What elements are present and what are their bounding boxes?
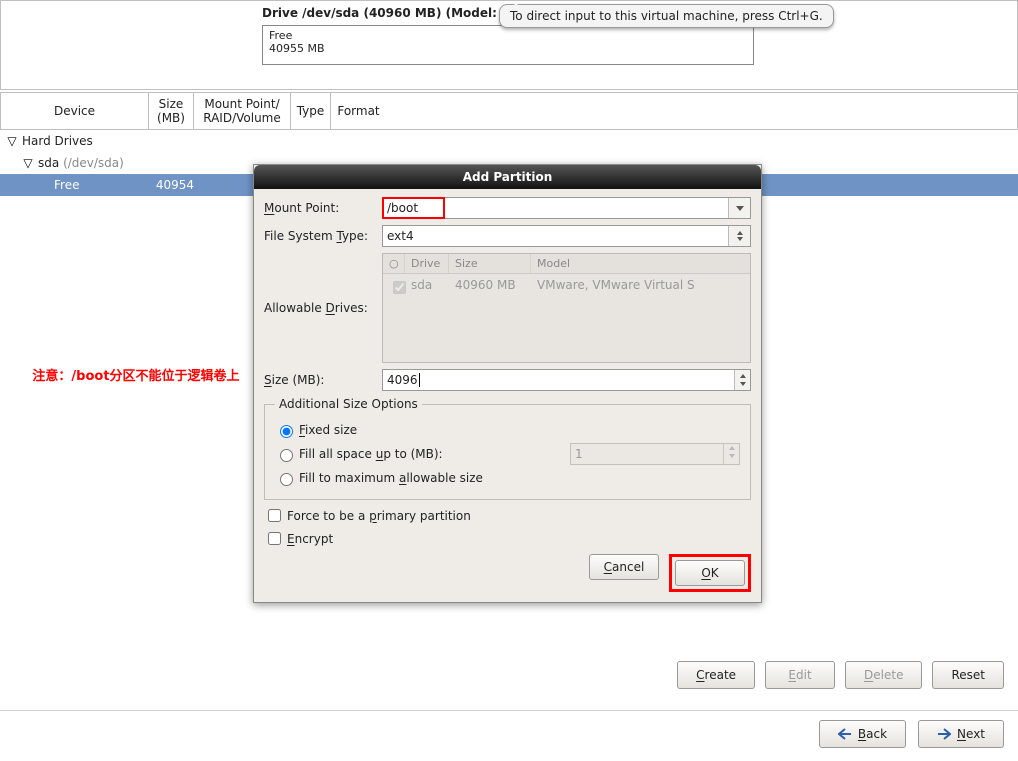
create-button[interactable]: Create	[677, 661, 755, 689]
spinner-icon[interactable]	[734, 370, 750, 390]
fill-upto-input: 1	[570, 443, 740, 465]
mount-point-value: /boot	[383, 198, 444, 218]
drives-row[interactable]: sda 40960 MB VMware, VMware Virtual S	[383, 274, 750, 301]
vm-focus-tooltip: To direct input to this virtual machine,…	[499, 4, 834, 28]
radio-fill-max-input[interactable]	[280, 473, 293, 486]
checkbox-primary[interactable]: Force to be a primary partition	[264, 506, 751, 525]
mount-point-label: Mount Point:	[264, 201, 382, 215]
col-size[interactable]: Size (MB)	[149, 93, 194, 129]
col-mountpoint[interactable]: Mount Point/ RAID/Volume	[194, 93, 291, 129]
dialog-title[interactable]: Add Partition	[254, 165, 761, 189]
size-options-group: Additional Size Options Fixed size Fill …	[264, 397, 751, 500]
drive-free-size: 40955 MB	[269, 42, 747, 55]
checkbox-encrypt[interactable]: Encrypt	[264, 529, 751, 548]
ok-button[interactable]: OK	[675, 560, 745, 586]
ok-button-highlight: OK	[669, 554, 751, 592]
expander-icon[interactable]: ▽	[6, 134, 18, 148]
drive-free-box: Free 40955 MB	[262, 25, 754, 65]
col-type[interactable]: Type	[291, 93, 331, 129]
next-button[interactable]: Next	[918, 720, 1004, 748]
separator	[0, 710, 1018, 711]
size-input[interactable]: 4096	[382, 369, 751, 391]
col-format[interactable]: Format	[331, 93, 386, 129]
drive-free-label: Free	[269, 29, 747, 42]
radio-fixed-size[interactable]: Fixed size	[275, 422, 740, 438]
col-device[interactable]: Device	[1, 93, 149, 129]
spinner-icon	[723, 444, 739, 464]
fstype-combo[interactable]: ext4	[382, 225, 751, 247]
edit-button: Edit	[765, 661, 835, 689]
back-button[interactable]: Back	[819, 720, 906, 748]
allowable-drives-list[interactable]: ○ Drive Size Model sda 40960 MB VMware, …	[382, 253, 751, 363]
size-options-legend: Additional Size Options	[275, 397, 422, 411]
updown-icon[interactable]	[728, 226, 750, 246]
checkbox-primary-input[interactable]	[268, 509, 281, 522]
drives-header: ○ Drive Size Model	[383, 254, 750, 274]
partition-action-buttons: Create Edit Delete Reset	[677, 661, 1004, 689]
cancel-button[interactable]: Cancel	[589, 554, 659, 580]
expander-icon[interactable]: ▽	[22, 156, 34, 170]
radio-fixed-size-input[interactable]	[280, 425, 293, 438]
partition-column-header: Device Size (MB) Mount Point/ RAID/Volum…	[0, 92, 1018, 130]
checkbox-encrypt-input[interactable]	[268, 532, 281, 545]
delete-button: Delete	[845, 661, 922, 689]
chevron-down-icon[interactable]	[728, 198, 750, 218]
radio-fill-upto-input[interactable]	[280, 449, 293, 462]
arrow-right-icon	[937, 728, 951, 740]
reset-button[interactable]: Reset	[932, 661, 1004, 689]
arrow-left-icon	[838, 728, 852, 740]
add-partition-dialog: Add Partition Mount Point: /boot File Sy…	[253, 164, 762, 603]
tree-row-harddrives[interactable]: ▽ Hard Drives	[0, 130, 1018, 152]
radio-fill-upto[interactable]: Fill all space up to (MB): 1	[275, 443, 740, 465]
circle-icon: ○	[389, 257, 399, 270]
caret-icon	[419, 373, 420, 387]
allowable-drives-label: Allowable Drives:	[264, 301, 382, 315]
wizard-nav-buttons: Back Next	[819, 720, 1004, 748]
radio-fill-max[interactable]: Fill to maximum allowable size	[275, 470, 740, 486]
mount-point-combo[interactable]: /boot	[382, 197, 751, 219]
size-label: Size (MB):	[264, 373, 382, 387]
fstype-label: File System Type:	[264, 229, 382, 243]
annotation-warning: 注意：/boot分区不能位于逻辑卷上	[26, 368, 246, 386]
drive-summary-title: Drive /dev/sda (40960 MB) (Model:	[262, 6, 497, 20]
